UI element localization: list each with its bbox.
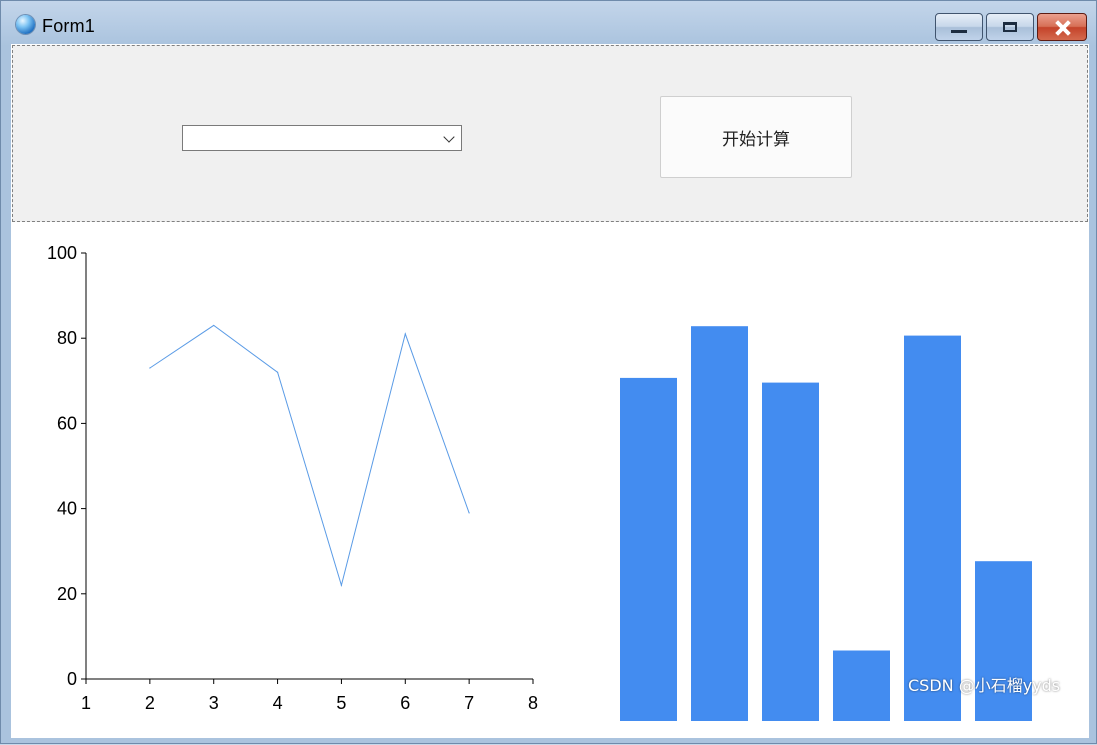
x-tick-label: 2 xyxy=(145,693,155,713)
bar xyxy=(904,335,961,721)
y-tick-label: 60 xyxy=(57,413,77,433)
x-tick-label: 8 xyxy=(528,693,538,713)
y-tick-label: 100 xyxy=(47,243,77,263)
x-tick-label: 3 xyxy=(209,693,219,713)
line-point xyxy=(340,584,343,586)
line-point xyxy=(149,367,151,369)
main-window: Form1 开始计算 0 20 40 60 80 100 1 2 3 4 5 6 7 8 CSDN @小石… xyxy=(0,0,1097,744)
bar xyxy=(620,377,677,721)
x-tick-label: 7 xyxy=(464,693,474,713)
line-series xyxy=(149,324,470,588)
y-tick-label: 20 xyxy=(57,584,77,604)
bar xyxy=(691,326,748,721)
line-point xyxy=(213,324,215,327)
x-tick-label: 1 xyxy=(81,693,91,713)
bar xyxy=(762,382,819,721)
line-point xyxy=(276,371,279,373)
y-tick-label: 40 xyxy=(57,499,77,519)
x-tick-label: 5 xyxy=(336,693,346,713)
y-tick-label: 0 xyxy=(67,669,77,689)
line-point xyxy=(468,512,470,514)
line-point xyxy=(404,333,406,335)
x-tick-label: 6 xyxy=(400,693,410,713)
watermark: CSDN @小石榴yyds xyxy=(908,676,1061,695)
bar xyxy=(975,561,1032,721)
y-tick-label: 80 xyxy=(57,328,77,348)
x-tick-label: 4 xyxy=(273,693,283,713)
line-chart: 0 20 40 60 80 100 1 2 3 4 5 6 7 8 xyxy=(47,243,538,713)
bar-chart xyxy=(620,326,1032,721)
charts-canvas: 0 20 40 60 80 100 1 2 3 4 5 6 7 8 xyxy=(47,243,1032,721)
bar xyxy=(833,650,890,721)
